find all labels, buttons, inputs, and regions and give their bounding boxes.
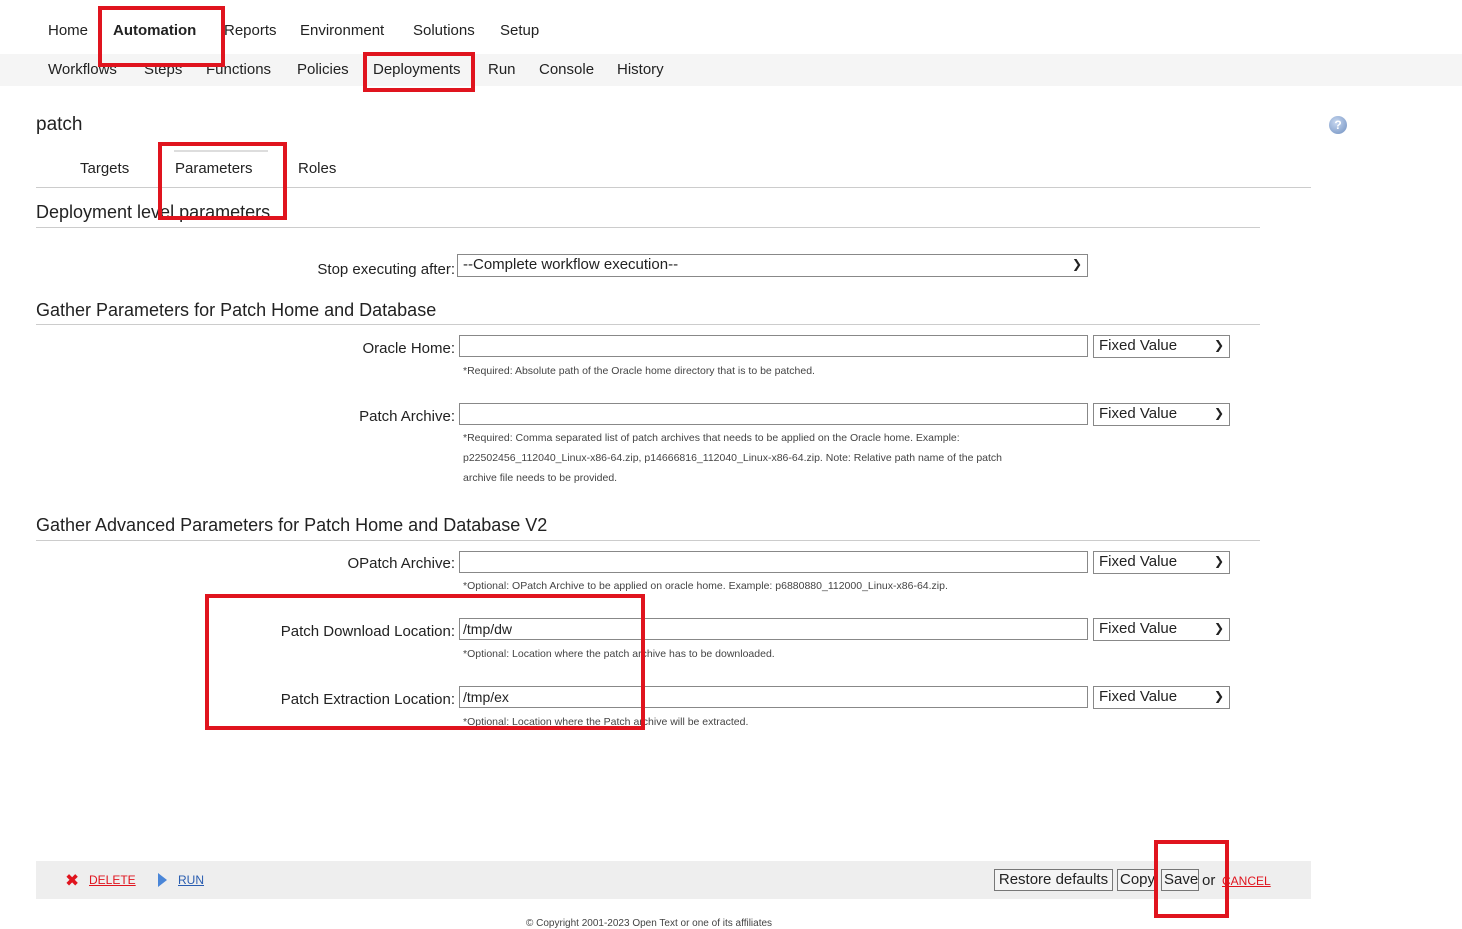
stop-executing-select[interactable]: --Complete workflow execution-- ❯ <box>457 254 1088 277</box>
patch-download-label: Patch Download Location: <box>280 623 455 640</box>
run-link[interactable]: RUN <box>178 873 204 887</box>
nav-environment[interactable]: Environment <box>300 22 384 39</box>
chevron-down-icon: ❯ <box>1213 406 1224 420</box>
patch-archive-input[interactable] <box>459 403 1088 425</box>
nav-automation[interactable]: Automation <box>113 22 196 39</box>
oracle-home-input[interactable] <box>459 335 1088 357</box>
patch-extraction-input[interactable] <box>459 686 1088 708</box>
hint-line: *Required: Absolute path of the Oracle h… <box>463 365 815 377</box>
subnav-policies[interactable]: Policies <box>297 61 349 78</box>
section-advanced-title: Gather Advanced Parameters for Patch Hom… <box>36 515 548 535</box>
hint-line: *Optional: Location where the Patch arch… <box>463 716 749 728</box>
nav-solutions[interactable]: Solutions <box>413 22 475 39</box>
section-divider <box>36 227 1260 228</box>
tabs-divider <box>36 187 1311 188</box>
nav-home[interactable]: Home <box>48 22 88 39</box>
question-icon[interactable]: ? <box>1329 116 1347 134</box>
oracle-home-mode-select[interactable]: Fixed Value ❯ <box>1093 335 1230 358</box>
patch-archive-label: Patch Archive: <box>359 408 455 425</box>
chevron-down-icon: ❯ <box>1213 554 1224 568</box>
copy-button[interactable]: Copy <box>1117 869 1155 891</box>
patch-extraction-mode-select[interactable]: Fixed Value ❯ <box>1093 686 1230 709</box>
cancel-link[interactable]: CANCEL <box>1222 874 1271 888</box>
tab-parameters[interactable]: Parameters <box>175 160 253 177</box>
page-title: patch <box>36 114 83 135</box>
section-deployment-title: Deployment level parameters <box>36 202 271 222</box>
stop-executing-label: Stop executing after: <box>317 261 455 278</box>
section-divider <box>36 324 1260 325</box>
subnav-deployments[interactable]: Deployments <box>373 61 461 78</box>
patch-download-hint: *Optional: Location where the patch arch… <box>463 644 775 664</box>
opatch-archive-hint: *Optional: OPatch Archive to be applied … <box>463 576 948 596</box>
tab-targets[interactable]: Targets <box>80 160 129 177</box>
copyright: © Copyright 2001-2023 Open Text or one o… <box>526 918 773 929</box>
oracle-home-hint: *Required: Absolute path of the Oracle h… <box>463 361 815 381</box>
active-tab-indicator <box>174 150 268 152</box>
or-text: or <box>1202 872 1216 889</box>
chevron-down-icon: ❯ <box>1213 689 1224 703</box>
subnav-workflows[interactable]: Workflows <box>48 61 117 78</box>
section-divider <box>36 540 1260 541</box>
patch-download-mode-select[interactable]: Fixed Value ❯ <box>1093 618 1230 641</box>
opatch-archive-label: OPatch Archive: <box>347 555 455 572</box>
sub-nav: Workflows Steps Functions Policies Deplo… <box>0 54 1462 86</box>
mode-value: Fixed Value <box>1099 405 1178 422</box>
opatch-archive-mode-select[interactable]: Fixed Value ❯ <box>1093 551 1230 574</box>
tab-roles[interactable]: Roles <box>298 160 336 177</box>
subnav-console[interactable]: Console <box>539 61 594 78</box>
chevron-down-icon: ❯ <box>1213 338 1224 352</box>
section-gather-title: Gather Parameters for Patch Home and Dat… <box>36 300 437 320</box>
stop-executing-value: --Complete workflow execution-- <box>463 256 679 273</box>
opatch-archive-input[interactable] <box>459 551 1088 573</box>
patch-archive-hint: *Required: Comma separated list of patch… <box>463 428 1002 488</box>
nav-setup[interactable]: Setup <box>500 22 539 39</box>
mode-value: Fixed Value <box>1099 688 1178 705</box>
patch-archive-mode-select[interactable]: Fixed Value ❯ <box>1093 403 1230 426</box>
mode-value: Fixed Value <box>1099 337 1178 354</box>
hint-line: *Required: Comma separated list of patch… <box>463 432 960 444</box>
oracle-home-label: Oracle Home: <box>362 340 455 357</box>
hint-line: *Optional: Location where the patch arch… <box>463 648 775 660</box>
delete-link[interactable]: DELETE <box>89 873 136 887</box>
subnav-steps[interactable]: Steps <box>144 61 182 78</box>
chevron-down-icon: ❯ <box>1071 257 1082 271</box>
nav-reports[interactable]: Reports <box>224 22 277 39</box>
patch-download-input[interactable] <box>459 618 1088 640</box>
main-nav: Home Automation Reports Environment Solu… <box>0 0 1462 54</box>
run-icon[interactable] <box>157 872 168 888</box>
save-button[interactable]: Save <box>1161 869 1199 891</box>
mode-value: Fixed Value <box>1099 553 1178 570</box>
hint-line: archive file needs to be provided. <box>463 472 618 484</box>
chevron-down-icon: ❯ <box>1213 621 1224 635</box>
mode-value: Fixed Value <box>1099 620 1178 637</box>
restore-defaults-button[interactable]: Restore defaults <box>994 869 1113 891</box>
hint-line: *Optional: OPatch Archive to be applied … <box>463 580 948 592</box>
subnav-functions[interactable]: Functions <box>206 61 271 78</box>
subnav-history[interactable]: History <box>617 61 664 78</box>
delete-icon[interactable]: ✖ <box>65 871 79 891</box>
hint-line: p22502456_112040_Linux-x86-64.zip, p1466… <box>463 452 1003 464</box>
patch-extraction-label: Patch Extraction Location: <box>280 691 455 708</box>
patch-extraction-hint: *Optional: Location where the Patch arch… <box>463 712 748 732</box>
subnav-run[interactable]: Run <box>488 61 516 78</box>
